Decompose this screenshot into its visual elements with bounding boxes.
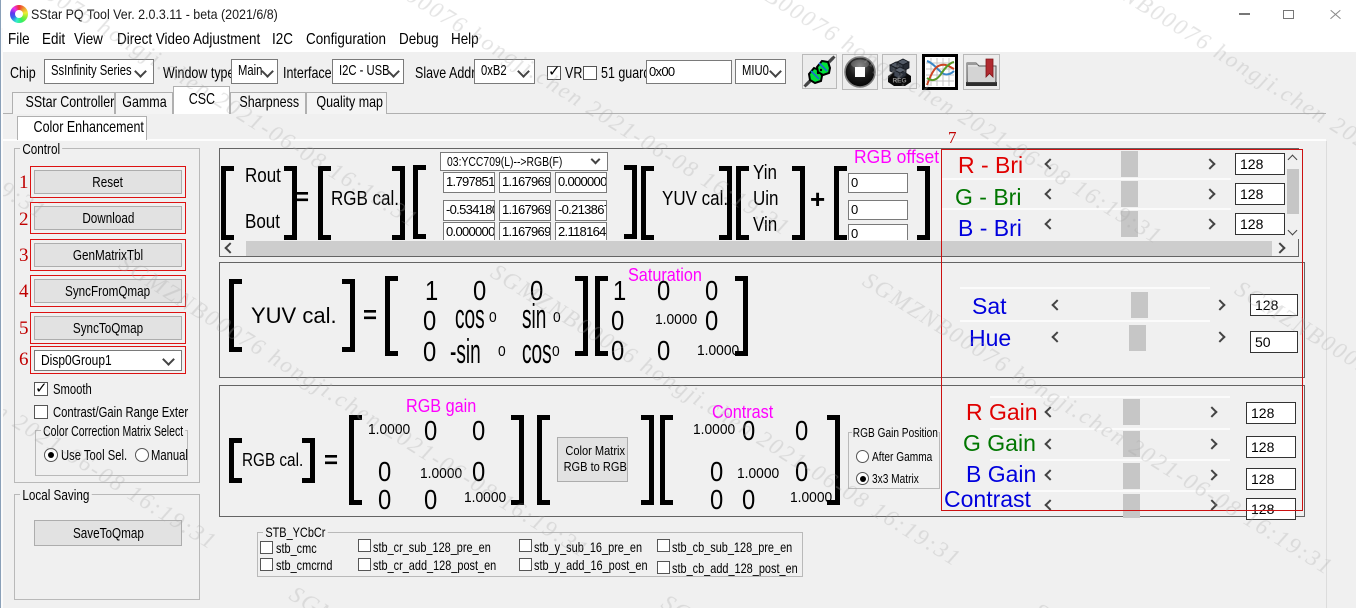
svg-text:REG: REG bbox=[892, 78, 906, 85]
